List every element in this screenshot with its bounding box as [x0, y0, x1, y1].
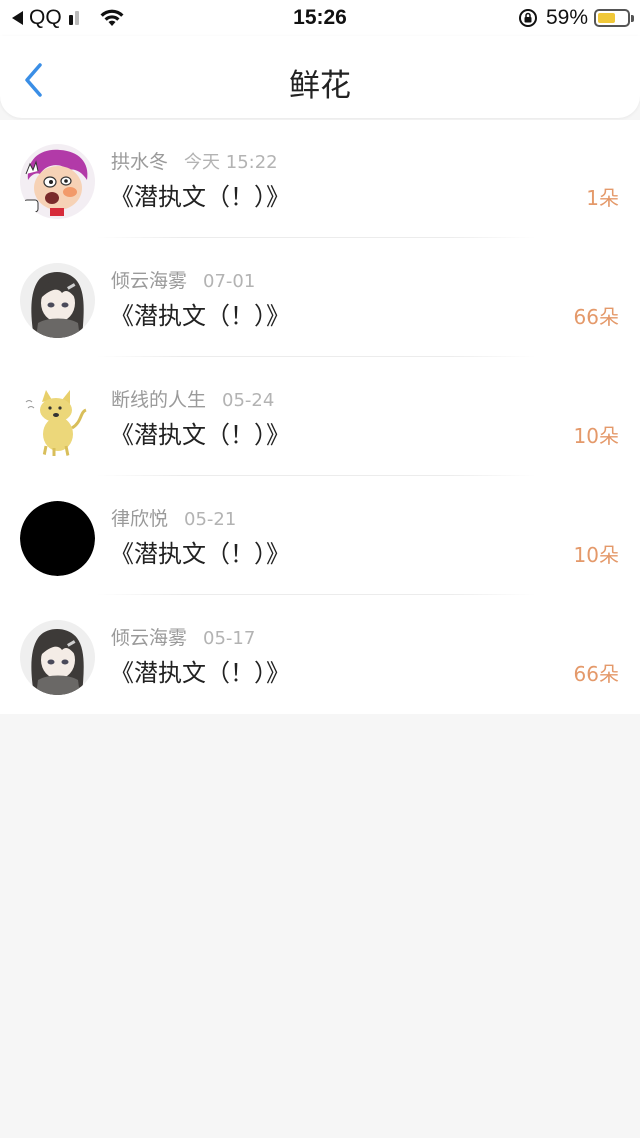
work-title[interactable]: 《潜执文（！）》 [110, 415, 290, 450]
work-title[interactable]: 《潜执文（！）》 [110, 296, 290, 331]
list-item[interactable]: 律欣悦 05-21 《潜执文（！）》 10朵 [0, 477, 640, 596]
status-bar: QQ 15:26 59% [0, 0, 640, 36]
timestamp: 今天 15:22 [184, 152, 278, 173]
username[interactable]: 倾云海雾 [111, 627, 187, 649]
timestamp: 05-21 [184, 509, 237, 530]
divider [96, 237, 536, 238]
nav-bar: 鲜花 [0, 36, 640, 118]
username[interactable]: 断线的人生 [111, 389, 206, 411]
item-meta: 拱水冬 今天 15:22 [111, 147, 278, 174]
status-right: 59% [518, 5, 634, 31]
anime-girl-avatar-icon [20, 620, 95, 695]
item-meta: 断线的人生 05-24 [111, 385, 274, 412]
flower-count: 66朵 [573, 662, 619, 686]
flower-count: 10朵 [573, 424, 619, 448]
flower-count: 1朵 [586, 186, 619, 210]
list-item[interactable]: 倾云海雾 05-17 《潜执文（！）》 66朵 [0, 596, 640, 715]
divider [96, 594, 536, 595]
divider [96, 356, 536, 357]
battery-percent: 59% [545, 6, 588, 29]
divider [96, 475, 536, 476]
item-meta: 倾云海雾 07-01 [111, 266, 255, 293]
work-title[interactable]: 《潜执文（！）》 [110, 534, 290, 569]
avatar[interactable] [20, 144, 95, 219]
cartoon-boy-avatar-icon [20, 144, 95, 219]
username[interactable]: 拱水冬 [111, 151, 168, 173]
anime-girl-avatar-icon [20, 263, 95, 338]
list-item[interactable]: 倾云海雾 07-01 《潜执文（！）》 66朵 [0, 239, 640, 358]
avatar[interactable] [20, 263, 95, 338]
list-item[interactable]: 拱水冬 今天 15:22 《潜执文（！）》 1朵 [0, 120, 640, 239]
avatar[interactable] [20, 382, 95, 457]
item-meta: 倾云海雾 05-17 [111, 623, 255, 650]
page-title: 鲜花 [289, 68, 351, 104]
work-title[interactable]: 《潜执文（！）》 [110, 177, 290, 212]
avatar[interactable] [20, 620, 95, 695]
flower-list: 拱水冬 今天 15:22 《潜执文（！）》 1朵 倾云海雾 07-01 《潜执文（！… [0, 120, 640, 714]
timestamp: 07-01 [203, 271, 256, 292]
timestamp: 05-17 [203, 628, 256, 649]
flower-count: 10朵 [573, 543, 619, 567]
battery-icon [594, 9, 634, 27]
doge-avatar-icon [20, 382, 95, 457]
timestamp: 05-24 [222, 390, 275, 411]
black-circle-avatar-icon [20, 501, 95, 576]
work-title[interactable]: 《潜执文（！）》 [110, 653, 290, 688]
rotation-lock-icon [518, 9, 537, 27]
avatar[interactable] [20, 501, 95, 576]
item-meta: 律欣悦 05-21 [111, 504, 236, 531]
username[interactable]: 倾云海雾 [111, 270, 187, 292]
flower-count: 66朵 [573, 305, 619, 329]
list-item[interactable]: 断线的人生 05-24 《潜执文（！）》 10朵 [0, 358, 640, 477]
username[interactable]: 律欣悦 [111, 508, 168, 530]
